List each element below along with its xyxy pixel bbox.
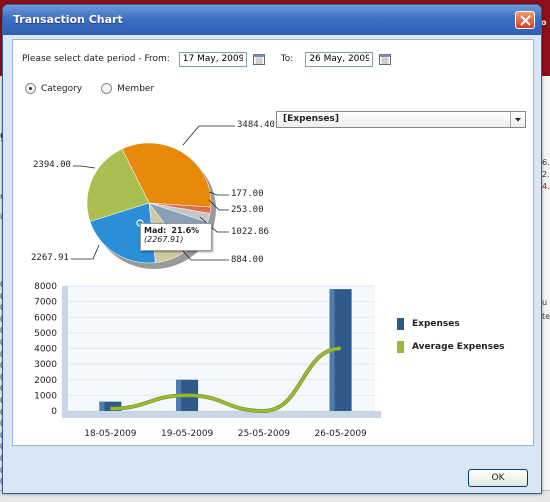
dialog-titlebar[interactable]: Transaction Chart (3, 5, 541, 35)
x-tick-label: 26-05-2009 (314, 429, 367, 439)
pie-value-label: 1022.86 (231, 227, 269, 237)
x-tick-label: 25-05-2009 (238, 429, 291, 439)
close-icon (520, 15, 531, 26)
y-tick-label: 4000 (34, 345, 57, 355)
legend-label: Average Expenses (412, 342, 505, 352)
legend-swatch (397, 341, 404, 353)
legend-swatch (397, 318, 404, 330)
pie-leader-line (182, 125, 235, 146)
x-tick-label: 18-05-2009 (84, 429, 137, 439)
background-text: 6. (542, 158, 550, 167)
pie-tooltip: Mad: 21.6% (2267.91) (140, 223, 212, 251)
y-tick-label: 6000 (34, 313, 57, 323)
tooltip-name: Mad: (144, 226, 167, 235)
pie-value-label: 3484.40 (237, 120, 275, 130)
y-tick-label: 2000 (34, 376, 57, 386)
background-text: 4. (542, 182, 550, 191)
ok-button[interactable]: OK (468, 469, 528, 487)
bar-highlight (99, 401, 105, 411)
y-tick-label: 1000 (34, 391, 57, 401)
pie-value-label: 2394.00 (33, 160, 71, 170)
pie-leader-line (73, 165, 96, 169)
pie-chart (71, 125, 235, 269)
pie-value-label: 253.00 (231, 205, 264, 215)
background-text: 2. (542, 170, 550, 179)
axis-floor (62, 411, 381, 418)
y-tick-label: 0 (51, 407, 57, 417)
tooltip-value: (2267.91) (144, 235, 184, 244)
chart-legend: Expenses Average Expenses (397, 318, 505, 364)
close-button[interactable] (515, 11, 535, 29)
pie-value-label: 2267.91 (31, 253, 69, 263)
y-tick-label: 3000 (34, 360, 57, 370)
y-tick-label: 7000 (34, 298, 57, 308)
legend-item: Average Expenses (397, 341, 505, 353)
background-text: tel (542, 312, 550, 321)
transaction-chart-dialog: Transaction Chart Please select date per… (2, 4, 542, 494)
y-tick-label: 8000 (34, 282, 57, 292)
x-tick-label: 19-05-2009 (161, 429, 214, 439)
axis-wall (62, 286, 68, 417)
y-tick-label: 5000 (34, 329, 57, 339)
legend-item: Expenses (397, 318, 505, 330)
pie-leader-line (71, 244, 100, 260)
tooltip-percent: 21.6% (171, 226, 200, 235)
pie-value-label: 177.00 (231, 189, 264, 199)
pie-value-label: 884.00 (231, 255, 264, 265)
background-text: u (542, 298, 548, 307)
chart-panel: Please select date period - From: To: Ca… (12, 39, 534, 446)
dialog-title: Transaction Chart (13, 13, 123, 26)
legend-label: Expenses (412, 319, 460, 329)
bar-chart: 0 1000 2000 3000 4000 5000 6000 7000 8000 18-05-2… (34, 282, 381, 439)
